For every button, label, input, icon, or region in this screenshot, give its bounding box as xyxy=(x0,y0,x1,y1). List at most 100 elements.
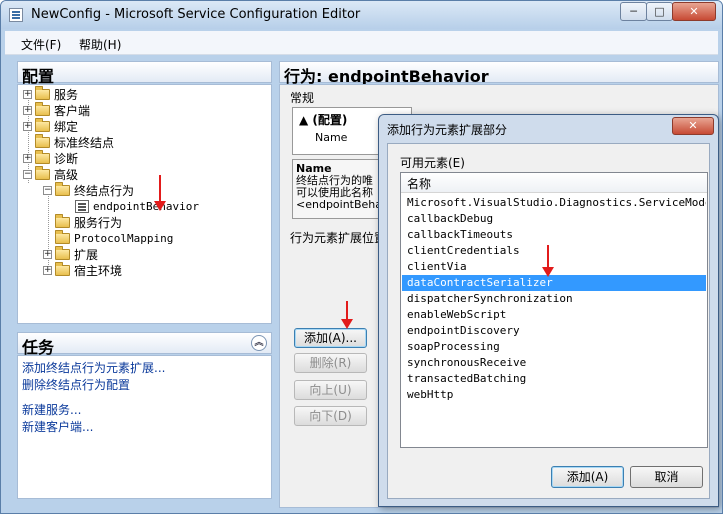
list-item[interactable]: callbackTimeouts xyxy=(402,227,706,243)
folder-icon xyxy=(35,149,50,164)
app-icon xyxy=(9,8,23,22)
dialog-close-button[interactable]: ✕ xyxy=(672,117,714,135)
red-arrow-annotation xyxy=(154,175,166,211)
tree-item-label: 诊断 xyxy=(54,151,79,166)
config-tree[interactable]: + 服务 + 客户端 + 绑定 标准终结点 + 诊断 − 高级 − 终结点行为 … xyxy=(17,84,272,324)
available-elements-list[interactable]: 名称 Microsoft.VisualStudio.Diagnostics.Se… xyxy=(400,172,708,448)
folder-icon xyxy=(35,133,50,148)
folder-icon xyxy=(55,245,70,260)
folder-icon xyxy=(35,85,50,100)
dialog-title: 添加行为元素扩展部分 xyxy=(387,123,508,137)
list-item[interactable]: transactedBatching xyxy=(402,371,706,387)
property-name: Name xyxy=(315,131,348,144)
tree-item-services[interactable]: + 服务 xyxy=(23,85,79,102)
tree-item-label: 绑定 xyxy=(54,119,79,134)
tree-item-advanced[interactable]: − 高级 xyxy=(23,165,78,182)
list-item[interactable]: webHttp xyxy=(402,387,706,403)
folder-icon xyxy=(55,229,70,244)
task-new-service[interactable]: 新建服务... xyxy=(22,401,81,418)
close-button[interactable]: ✕ xyxy=(672,2,716,21)
collapse-icon[interactable]: − xyxy=(43,185,52,195)
expand-icon[interactable]: + xyxy=(23,105,32,115)
dialog-cancel-button[interactable]: 取消 xyxy=(630,466,703,488)
tree-item-endpoint-behaviors[interactable]: − 终结点行为 xyxy=(43,181,135,198)
tree-item-label: 服务 xyxy=(54,87,79,102)
list-item[interactable]: enableWebScript xyxy=(402,307,706,323)
tree-item-label: 宿主环境 xyxy=(74,263,123,278)
move-up-button[interactable]: 向上(U) xyxy=(294,380,367,400)
expand-icon[interactable]: + xyxy=(23,89,32,99)
tree-item-standard-endpoints[interactable]: 标准终结点 xyxy=(23,133,115,150)
add-behavior-extension-dialog: 添加行为元素扩展部分 ✕ 可用元素(E) 名称 Microsoft.Visual… xyxy=(378,114,719,507)
property-description: Name 终结点行为的唯 可以使用此名称 <endpointBehav xyxy=(292,159,392,219)
red-arrow-annotation xyxy=(542,245,554,277)
tree-item-label: 服务行为 xyxy=(74,215,123,230)
list-item-selected[interactable]: dataContractSerializer xyxy=(402,275,706,291)
column-header-name[interactable]: 名称 xyxy=(401,173,707,193)
list-item[interactable]: dispatcherSynchronization xyxy=(402,291,706,307)
folder-icon xyxy=(55,261,70,276)
task-add-endpoint-behavior-extension[interactable]: 添加终结点行为元素扩展... xyxy=(22,359,165,376)
list-item[interactable]: soapProcessing xyxy=(402,339,706,355)
title-bar[interactable]: NewConfig - Microsoft Service Configurat… xyxy=(1,1,722,29)
task-delete-endpoint-behavior[interactable]: 删除终结点行为配置 xyxy=(22,376,130,393)
move-down-button[interactable]: 向下(D) xyxy=(294,406,367,426)
add-extension-button[interactable]: 添加(A)... xyxy=(294,328,367,348)
available-elements-label: 可用元素(E) xyxy=(400,156,465,170)
tree-item-label: 终结点行为 xyxy=(74,183,135,198)
tasks-pane-title: 任务 ︽ xyxy=(17,332,272,357)
task-new-client[interactable]: 新建客户端... xyxy=(22,418,93,435)
folder-icon xyxy=(35,101,50,116)
list-item[interactable]: callbackDebug xyxy=(402,211,706,227)
general-section-label: 常规 xyxy=(290,91,315,105)
caption-buttons: ─ □ ✕ xyxy=(620,2,716,21)
list-item[interactable]: endpointDiscovery xyxy=(402,323,706,339)
tree-item-label: endpointBehavior xyxy=(93,199,199,213)
list-item[interactable]: synchronousReceive xyxy=(402,355,706,371)
tree-item-label: ProtocolMapping xyxy=(74,231,174,245)
menu-bar: 文件(F) 帮助(H) xyxy=(5,31,718,55)
main-window: NewConfig - Microsoft Service Configurat… xyxy=(0,0,723,514)
tree-item-hosting-environment[interactable]: + 宿主环境 xyxy=(43,261,123,278)
tree-item-endpoint-behavior[interactable]: endpointBehavior xyxy=(75,198,199,214)
property-category: ▲ (配置) xyxy=(299,113,348,127)
config-pane-title: 配置 xyxy=(17,61,272,86)
behavior-pane-title: 行为: endpointBehavior xyxy=(279,61,719,86)
description-line: <endpointBehav xyxy=(296,198,389,211)
folder-icon xyxy=(55,213,70,228)
dialog-add-button[interactable]: 添加(A) xyxy=(551,466,624,488)
expand-icon[interactable]: + xyxy=(23,121,32,131)
collapse-chevron-icon[interactable]: ︽ xyxy=(251,335,267,351)
tasks-pane: 添加终结点行为元素扩展... 删除终结点行为配置 新建服务... 新建客户端..… xyxy=(17,355,272,499)
window-title: NewConfig - Microsoft Service Configurat… xyxy=(31,7,361,22)
minimize-button[interactable]: ─ xyxy=(620,2,647,21)
delete-extension-button[interactable]: 删除(R) xyxy=(294,353,367,373)
collapse-icon[interactable]: − xyxy=(23,169,32,179)
folder-icon xyxy=(55,181,70,196)
maximize-button[interactable]: □ xyxy=(646,2,673,21)
extension-position-label: 行为元素扩展位置 xyxy=(290,231,387,245)
folder-icon xyxy=(35,165,50,180)
tree-item-label: 客户端 xyxy=(54,103,91,118)
tree-item-service-behaviors[interactable]: 服务行为 xyxy=(43,213,123,230)
config-node-icon xyxy=(75,199,89,213)
expand-icon[interactable]: + xyxy=(43,249,52,259)
tree-item-clients[interactable]: + 客户端 xyxy=(23,101,91,118)
expand-icon[interactable]: + xyxy=(43,265,52,275)
tree-item-protocol-mapping[interactable]: ProtocolMapping xyxy=(43,229,174,246)
menu-file[interactable]: 文件(F) xyxy=(21,36,61,53)
list-item[interactable]: Microsoft.VisualStudio.Diagnostics.Servi… xyxy=(402,195,706,211)
tree-item-diagnostics[interactable]: + 诊断 xyxy=(23,149,79,166)
dialog-body: 可用元素(E) 名称 Microsoft.VisualStudio.Diagno… xyxy=(387,143,710,499)
tree-item-extensions[interactable]: + 扩展 xyxy=(43,245,99,262)
tree-item-label: 标准终结点 xyxy=(54,135,115,150)
list-item[interactable]: clientVia xyxy=(402,259,706,275)
expand-icon[interactable]: + xyxy=(23,153,32,163)
tree-item-bindings[interactable]: + 绑定 xyxy=(23,117,79,134)
menu-help[interactable]: 帮助(H) xyxy=(79,36,121,53)
folder-icon xyxy=(35,117,50,132)
list-item[interactable]: clientCredentials xyxy=(402,243,706,259)
red-arrow-annotation xyxy=(341,301,353,329)
category-label: (配置) xyxy=(312,113,348,127)
tree-item-label: 扩展 xyxy=(74,247,99,262)
